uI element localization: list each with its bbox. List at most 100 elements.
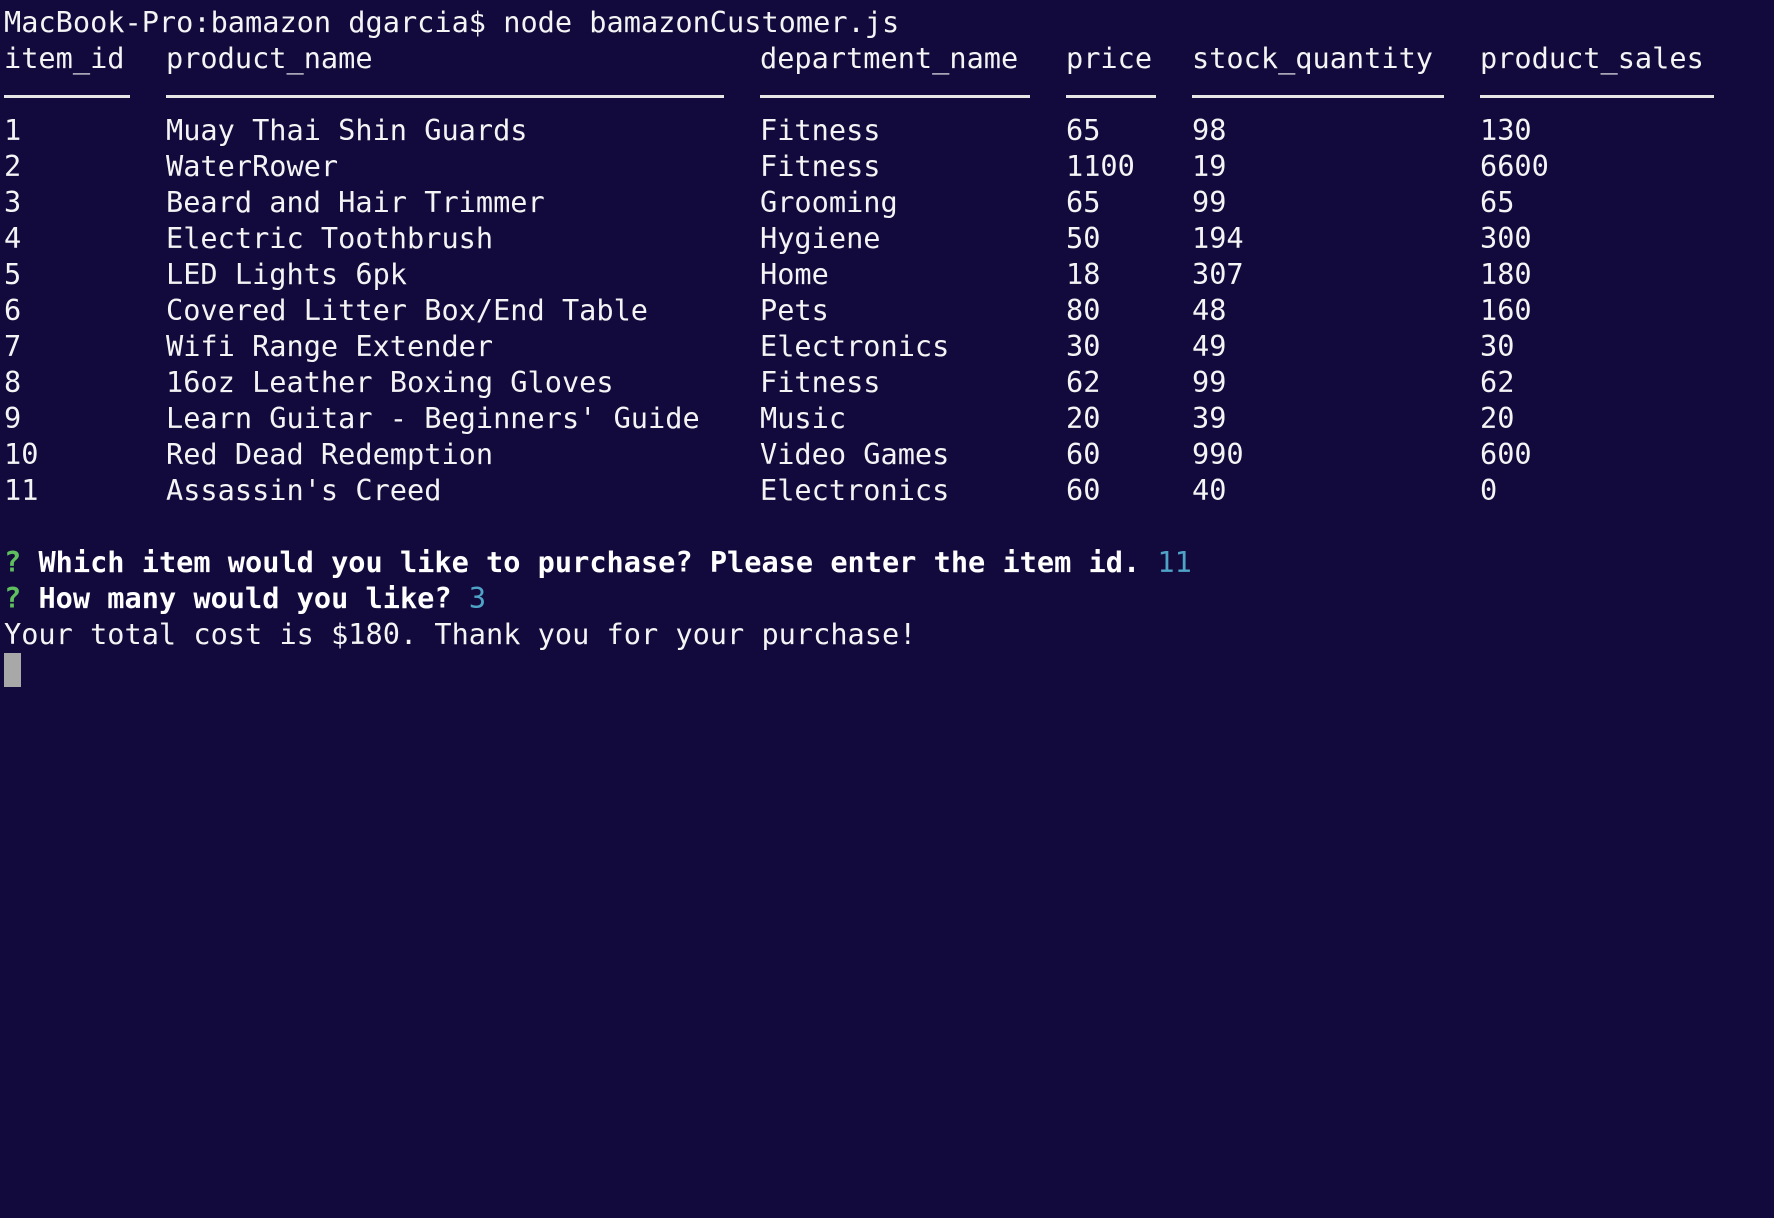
header-department-name: department_name	[760, 41, 1019, 75]
prompt-question-mark-icon: ?	[4, 581, 22, 615]
cell-product-sales: 0	[1480, 473, 1498, 507]
cell-stock-quantity: 19	[1192, 149, 1227, 183]
cell-product-name: WaterRower	[166, 149, 339, 183]
cell-product-sales: 130	[1480, 113, 1532, 147]
cell-product-sales: 160	[1480, 293, 1532, 327]
table-row: 1 Muay Thai Shin Guards Fitness 65 98 130	[4, 112, 1774, 148]
separator-stock-quantity	[1192, 95, 1444, 98]
header-price: price	[1066, 41, 1153, 75]
cell-product-name: Muay Thai Shin Guards	[166, 113, 528, 147]
cell-product-name: Learn Guitar - Beginners' Guide	[166, 401, 700, 435]
cell-department-name: Pets	[760, 293, 829, 327]
header-stock-quantity: stock_quantity	[1192, 41, 1434, 75]
table-row: 3 Beard and Hair Trimmer Grooming 65 99 65	[4, 184, 1774, 220]
result-message: Your total cost is $180. Thank you for y…	[4, 617, 917, 651]
cell-price: 60	[1066, 473, 1101, 507]
cell-product-sales: 180	[1480, 257, 1532, 291]
table-body: 1 Muay Thai Shin Guards Fitness 65 98 130 2 Wat…	[4, 112, 1774, 508]
prompt-question-mark-icon: ?	[4, 545, 22, 579]
cell-item-id: 9	[4, 401, 22, 435]
prompt-answer: 3	[468, 581, 487, 615]
cell-product-sales: 20	[1480, 401, 1515, 435]
cell-item-id: 11	[4, 473, 39, 507]
cell-price: 30	[1066, 329, 1101, 363]
cell-department-name: Fitness	[760, 365, 881, 399]
table-row: 8 16oz Leather Boxing Gloves Fitness 62 99 62	[4, 364, 1774, 400]
table-row: 5 LED Lights 6pk Home 18 307 180	[4, 256, 1774, 292]
cell-stock-quantity: 99	[1192, 185, 1227, 219]
cell-stock-quantity: 990	[1192, 437, 1244, 471]
cell-stock-quantity: 40	[1192, 473, 1227, 507]
cell-product-sales: 30	[1480, 329, 1515, 363]
table-row: 7 Wifi Range Extender Electronics 30 49 30	[4, 328, 1774, 364]
table-row: 9 Learn Guitar - Beginners' Guide Music 20 3…	[4, 400, 1774, 436]
cell-item-id: 5	[4, 257, 22, 291]
prompt-question-text: Which item would you like to purchase? P…	[38, 545, 1141, 579]
cell-product-name: Assassin's Creed	[166, 473, 442, 507]
cell-stock-quantity: 39	[1192, 401, 1227, 435]
cell-department-name: Electronics	[760, 329, 950, 363]
cell-price: 62	[1066, 365, 1101, 399]
separator-product-sales	[1480, 95, 1714, 98]
table-separator-row	[4, 76, 1774, 112]
table-row: 10 Red Dead Redemption Video Games 60 990 600	[4, 436, 1774, 472]
cell-product-sales: 600	[1480, 437, 1532, 471]
cell-item-id: 1	[4, 113, 22, 147]
separator-price	[1066, 95, 1156, 98]
prompt-line-item-id: ? Which item would you like to purchase?…	[4, 544, 1774, 580]
cell-product-name: Electric Toothbrush	[166, 221, 494, 255]
separator-department-name	[760, 95, 1030, 98]
cell-price: 80	[1066, 293, 1101, 327]
table-row: 6 Covered Litter Box/End Table Pets 80 48 160	[4, 292, 1774, 328]
cell-product-sales: 300	[1480, 221, 1532, 255]
header-product-name: product_name	[166, 41, 373, 75]
cell-stock-quantity: 98	[1192, 113, 1227, 147]
terminal-cursor[interactable]	[4, 653, 21, 687]
terminal-window[interactable]: MacBook-Pro:bamazon dgarcia$ node bamazo…	[0, 0, 1774, 1218]
cell-price: 60	[1066, 437, 1101, 471]
cursor-line[interactable]	[4, 652, 1774, 688]
cell-department-name: Home	[760, 257, 829, 291]
cell-department-name: Video Games	[760, 437, 950, 471]
cell-price: 1100	[1066, 149, 1135, 183]
table-header-row: item_id product_name department_name pri…	[4, 40, 1774, 76]
cell-price: 50	[1066, 221, 1101, 255]
header-item-id: item_id	[4, 41, 125, 75]
cell-item-id: 8	[4, 365, 22, 399]
cell-department-name: Fitness	[760, 149, 881, 183]
cell-product-sales: 6600	[1480, 149, 1549, 183]
cell-product-name: 16oz Leather Boxing Gloves	[166, 365, 614, 399]
cell-stock-quantity: 307	[1192, 257, 1244, 291]
separator-item-id	[4, 95, 130, 98]
cell-stock-quantity: 48	[1192, 293, 1227, 327]
cell-item-id: 3	[4, 185, 22, 219]
prompt-answer: 11	[1157, 545, 1192, 579]
cell-product-sales: 62	[1480, 365, 1515, 399]
table-row: 2 WaterRower Fitness 1100 19 6600	[4, 148, 1774, 184]
cell-stock-quantity: 49	[1192, 329, 1227, 363]
separator-product-name	[166, 95, 724, 98]
cell-product-sales: 65	[1480, 185, 1515, 219]
cell-price: 20	[1066, 401, 1101, 435]
cell-item-id: 4	[4, 221, 22, 255]
command-line: MacBook-Pro:bamazon dgarcia$ node bamazo…	[4, 5, 900, 39]
cell-item-id: 10	[4, 437, 39, 471]
cell-product-name: LED Lights 6pk	[166, 257, 408, 291]
cell-stock-quantity: 99	[1192, 365, 1227, 399]
cell-department-name: Hygiene	[760, 221, 881, 255]
cell-item-id: 6	[4, 293, 22, 327]
cell-department-name: Electronics	[760, 473, 950, 507]
table-row: 4 Electric Toothbrush Hygiene 50 194 300	[4, 220, 1774, 256]
cell-stock-quantity: 194	[1192, 221, 1244, 255]
prompt-line-quantity: ? How many would you like? 3	[4, 580, 1774, 616]
cell-department-name: Grooming	[760, 185, 898, 219]
prompt-question-text: How many would you like?	[38, 581, 452, 615]
cell-product-name: Covered Litter Box/End Table	[166, 293, 649, 327]
cell-product-name: Beard and Hair Trimmer	[166, 185, 545, 219]
cell-product-name: Wifi Range Extender	[166, 329, 494, 363]
cell-price: 18	[1066, 257, 1101, 291]
cell-price: 65	[1066, 113, 1101, 147]
cell-product-name: Red Dead Redemption	[166, 437, 494, 471]
cell-item-id: 7	[4, 329, 22, 363]
